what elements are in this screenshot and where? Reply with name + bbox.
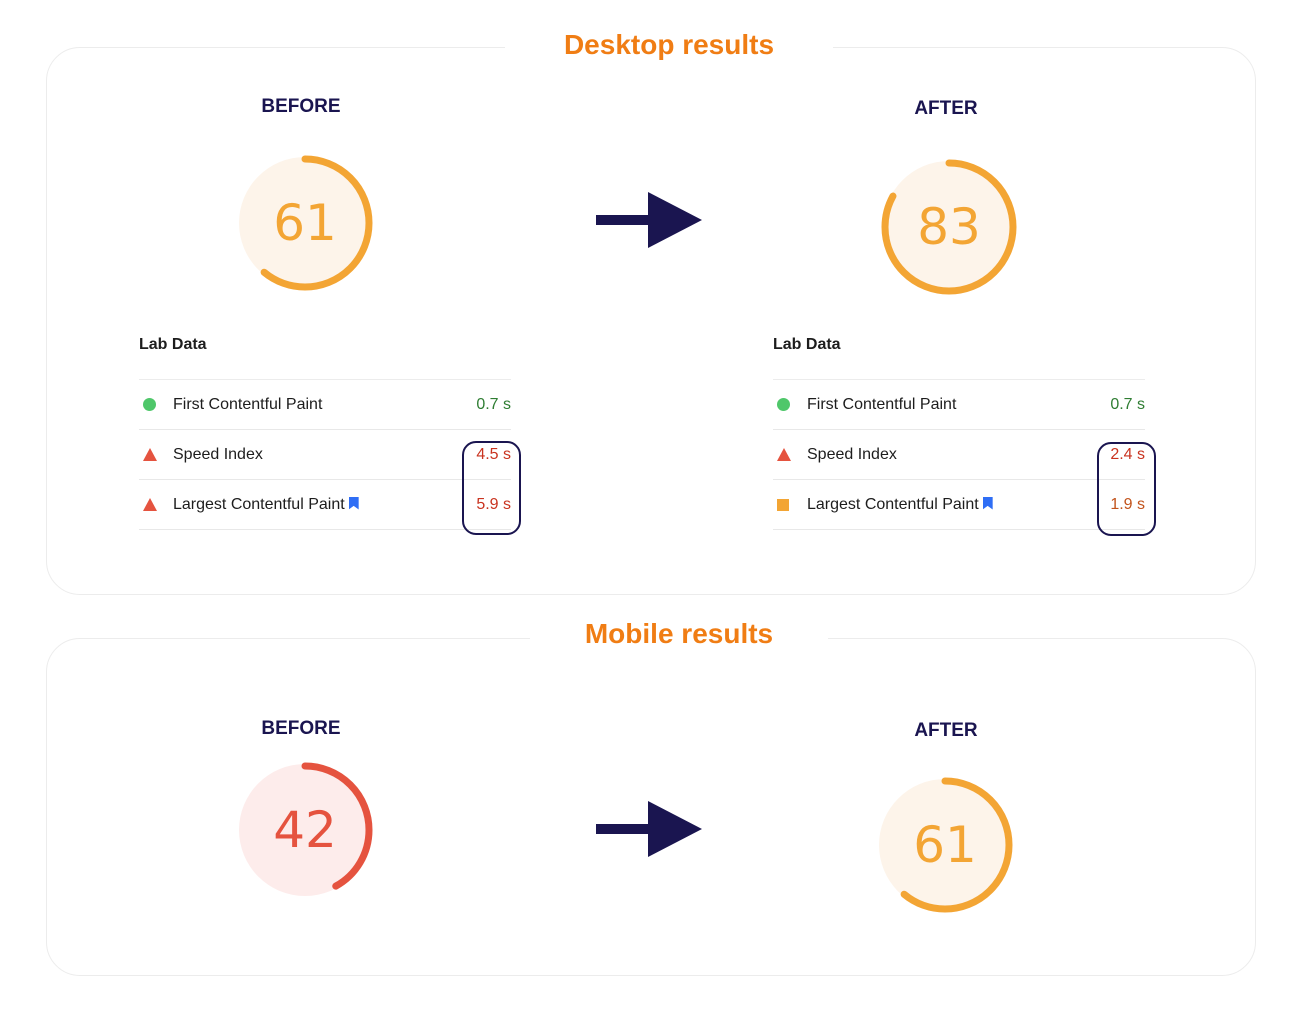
highlight-box bbox=[462, 441, 521, 535]
metric-value: 0.7 s bbox=[476, 395, 511, 413]
mobile-results-title: Mobile results bbox=[530, 618, 828, 650]
orange-square-icon bbox=[777, 498, 789, 511]
metric-row: First Contentful Paint 0.7 s bbox=[139, 380, 511, 430]
desktop-after-gauge: 83 bbox=[874, 152, 1024, 302]
lab-data-title: Lab Data bbox=[773, 336, 841, 353]
mobile-before-gauge: 42 bbox=[230, 755, 380, 905]
metric-name: First Contentful Paint bbox=[173, 395, 323, 413]
arrow-right-icon bbox=[596, 192, 702, 248]
bookmark-icon bbox=[348, 496, 359, 510]
desktop-after-label: AFTER bbox=[914, 98, 978, 119]
desktop-after-score: 83 bbox=[917, 198, 981, 256]
highlight-box bbox=[1097, 442, 1156, 536]
green-circle-icon bbox=[777, 398, 790, 411]
bookmark-icon bbox=[982, 496, 993, 510]
red-triangle-icon bbox=[143, 498, 157, 511]
arrow-right-icon bbox=[596, 801, 702, 857]
lab-data-title: Lab Data bbox=[139, 336, 207, 353]
desktop-after-lab-data: Lab Data First Contentful Paint 0.7 s Sp… bbox=[773, 335, 1145, 530]
metric-row: Speed Index 4.5 s bbox=[139, 430, 511, 480]
desktop-before-lab-data: Lab Data First Contentful Paint 0.7 s Sp… bbox=[139, 335, 511, 530]
desktop-before-gauge: 61 bbox=[230, 148, 380, 298]
desktop-results-title: Desktop results bbox=[505, 29, 833, 61]
metric-row: Speed Index 2.4 s bbox=[773, 430, 1145, 480]
desktop-before-score: 61 bbox=[273, 194, 337, 252]
metric-row: Largest Contentful Paint 1.9 s bbox=[773, 480, 1145, 530]
metric-name: First Contentful Paint bbox=[807, 395, 957, 413]
mobile-after-score: 61 bbox=[913, 816, 977, 874]
mobile-before-score: 42 bbox=[273, 801, 337, 859]
metric-name: Largest Contentful Paint bbox=[807, 495, 979, 513]
green-circle-icon bbox=[143, 398, 156, 411]
metric-row: First Contentful Paint 0.7 s bbox=[773, 380, 1145, 430]
metric-row: Largest Contentful Paint 5.9 s bbox=[139, 480, 511, 530]
desktop-before-label: BEFORE bbox=[261, 96, 341, 117]
metric-value: 0.7 s bbox=[1110, 395, 1145, 413]
red-triangle-icon bbox=[143, 448, 157, 461]
red-triangle-icon bbox=[777, 448, 791, 461]
metric-name: Speed Index bbox=[173, 445, 263, 463]
mobile-before-label: BEFORE bbox=[261, 718, 341, 739]
metric-name: Speed Index bbox=[807, 445, 897, 463]
mobile-after-gauge: 61 bbox=[870, 770, 1020, 920]
mobile-after-label: AFTER bbox=[914, 720, 978, 741]
metric-name: Largest Contentful Paint bbox=[173, 495, 345, 513]
